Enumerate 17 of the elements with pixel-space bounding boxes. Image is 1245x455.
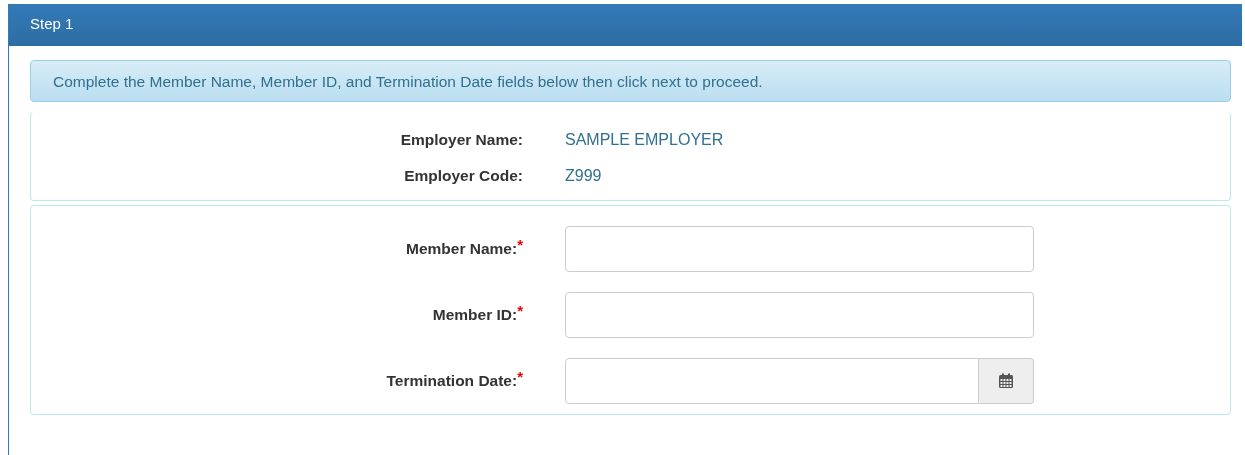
calendar-button[interactable]	[979, 358, 1034, 404]
employer-label: Employer Code:	[403, 167, 523, 185]
date-field[interactable]	[565, 358, 1034, 404]
field-label: Member Name:	[406, 240, 518, 258]
employer-value: SAMPLE EMPLOYER	[565, 131, 724, 149]
info-message: Complete the Member Name, Member ID, and Termination Date fields below then click next to proceed.	[30, 60, 1231, 102]
calendar-icon	[998, 373, 1014, 389]
required-mark: *	[517, 236, 523, 253]
text-field[interactable]	[565, 226, 1034, 272]
employer-label: Employer Name:	[399, 131, 523, 149]
field-label: Member ID:	[432, 306, 518, 324]
employer-value: Z999	[565, 167, 602, 185]
field-label: Termination Date:	[386, 372, 518, 390]
panel-title: Step 1	[9, 4, 1242, 46]
required-mark: *	[517, 368, 523, 385]
text-field[interactable]	[565, 292, 1034, 338]
required-mark: *	[517, 302, 523, 319]
